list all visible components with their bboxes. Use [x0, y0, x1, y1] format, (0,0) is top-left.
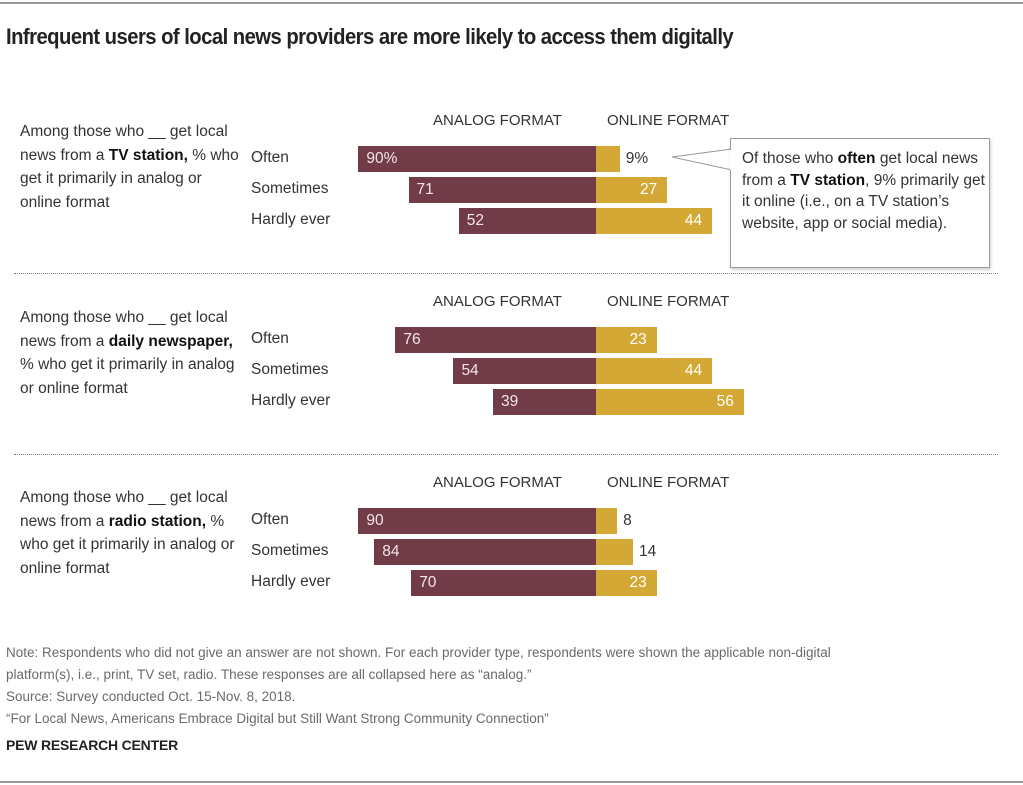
category-label: Hardly ever	[251, 392, 331, 409]
provider-name: daily newspaper,	[108, 332, 233, 350]
data-label-online: 23	[629, 574, 647, 591]
callout-seam	[730, 150, 732, 170]
annotation-text-part: Of those who	[742, 150, 838, 167]
data-label-online: 9%	[625, 150, 649, 167]
column-header-online: ONLINE FORMAT	[607, 293, 730, 310]
column-header-analog: ANALOG FORMAT	[433, 112, 562, 129]
callout-pointer	[672, 148, 733, 171]
bar-online	[596, 508, 618, 534]
data-label-analog: 76	[403, 331, 421, 348]
annotation-text: Of those who often get local news from a…	[742, 148, 987, 234]
column-header-analog: ANALOG FORMAT	[433, 293, 562, 310]
annotation-callout: Of those who often get local news from a…	[730, 138, 990, 268]
bar-analog	[408, 177, 596, 203]
bar-online	[596, 539, 633, 565]
data-label-analog: 71	[416, 181, 434, 198]
panel-description: Among those who __ get local news from a…	[20, 306, 240, 400]
notes: Note: Respondents who did not give an an…	[6, 642, 831, 730]
bar-analog	[374, 539, 596, 565]
brand-label: PEW RESEARCH CENTER	[6, 737, 178, 753]
top-rule	[0, 2, 1023, 4]
data-label-online: 8	[623, 512, 632, 529]
panel-description: Among those who __ get local news from a…	[20, 120, 240, 214]
note-line: Note: Respondents who did not give an an…	[6, 645, 831, 660]
category-label: Sometimes	[251, 361, 329, 378]
data-label-online: 44	[684, 362, 703, 379]
report-title-line: “For Local News, Americans Embrace Digit…	[6, 711, 549, 726]
panel-divider	[14, 454, 998, 455]
annotation-emphasis: TV station	[790, 171, 866, 189]
category-label: Hardly ever	[251, 211, 331, 228]
data-label-analog: 39	[501, 393, 519, 410]
category-label: Often	[251, 149, 289, 166]
category-label: Often	[251, 511, 289, 528]
note-line: platform(s), i.e., print, TV set, radio.…	[6, 667, 532, 682]
data-label-analog: 84	[382, 543, 400, 560]
data-label-analog: 54	[461, 362, 479, 379]
description-text: % who get it primarily in analog or onli…	[20, 356, 235, 397]
data-label-online: 56	[716, 393, 734, 410]
provider-name: TV station,	[108, 146, 188, 164]
category-label: Hardly ever	[251, 573, 331, 590]
data-label-analog: 52	[466, 212, 484, 229]
column-header-online: ONLINE FORMAT	[607, 112, 730, 129]
data-label-online: 14	[638, 543, 657, 560]
column-header-online: ONLINE FORMAT	[607, 474, 730, 491]
data-label-analog: 90%	[366, 150, 398, 167]
annotation-emphasis: often	[837, 150, 876, 167]
panel-divider	[14, 273, 998, 274]
bar-online	[596, 146, 620, 172]
category-label: Sometimes	[251, 542, 329, 559]
category-label: Sometimes	[251, 180, 329, 197]
bottom-rule	[0, 781, 1023, 783]
data-label-online: 44	[684, 212, 703, 229]
data-label-online: 23	[629, 331, 647, 348]
category-label: Often	[251, 330, 289, 347]
provider-name: radio station,	[108, 512, 207, 530]
bar-analog	[395, 327, 596, 353]
data-label-online: 27	[640, 181, 658, 198]
source-line: Source: Survey conducted Oct. 15-Nov. 8,…	[6, 689, 296, 704]
column-header-analog: ANALOG FORMAT	[433, 474, 562, 491]
bar-analog	[411, 570, 596, 596]
data-label-analog: 90	[366, 512, 384, 529]
chart-title: Infrequent users of local news providers…	[6, 24, 734, 49]
data-label-analog: 70	[419, 574, 437, 591]
panel-description: Among those who __ get local news from a…	[20, 486, 240, 580]
bar-analog	[358, 508, 596, 534]
